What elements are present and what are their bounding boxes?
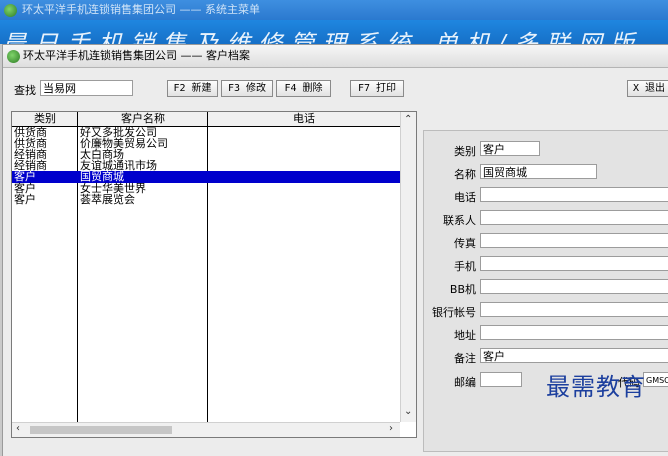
vertical-scrollbar[interactable]: ⌃ ⌄ [400,112,416,422]
background-title: 环太平洋手机连锁销售集团公司 —— 系统主菜单 [22,3,260,16]
background-titlebar[interactable]: 环太平洋手机连锁销售集团公司 —— 系统主菜单 [0,0,668,20]
table-row[interactable]: 客户 荟萃展览会 [12,194,400,205]
edit-button[interactable]: F3 修改 [221,80,273,97]
table-row[interactable]: 客户 女士华美世界 [12,183,400,194]
contact-field[interactable] [480,210,668,225]
background-main-window: 环太平洋手机连锁销售集团公司 —— 系统主菜单 晨日手机销售及维修管理系统 单机… [0,0,668,44]
scroll-right-icon[interactable]: › [389,423,393,434]
column-header-phone[interactable]: 电话 [208,112,400,126]
new-button[interactable]: F2 新建 [167,80,218,97]
detail-panel: 类别 客户 名称 国贸商城 电话 联系人 传真 手机 BB机 银行帐号 地址 备… [423,130,668,452]
table-header: 类别 客户名称 电话 [12,112,400,127]
name-label: 名称 [454,168,476,181]
bank-account-field[interactable] [480,302,668,317]
mobile-label: 手机 [454,260,476,273]
category-field[interactable]: 客户 [480,141,540,156]
horizontal-scrollbar[interactable]: ‹ › [12,422,400,437]
name-field[interactable]: 国贸商城 [480,164,597,179]
table-row-selected[interactable]: 客户 国贸商城 [12,171,400,183]
print-button[interactable]: F7 打印 [350,80,404,97]
table-row[interactable]: 经销商 太白商场 [12,149,400,160]
customer-table[interactable]: 类别 客户名称 电话 供货商 好又多批发公司 供货商 价廉物美贸易公司 经销商 … [11,111,417,438]
zip-label: 邮编 [454,376,476,389]
fax-field[interactable] [480,233,668,248]
note-label: 备注 [454,352,476,365]
bb-label: BB机 [449,283,476,296]
phone-field[interactable] [480,187,668,202]
search-label: 查找 [14,84,36,97]
table-row[interactable]: 经销商 友谊城通讯市场 [12,160,400,171]
table-row[interactable]: 供货商 价廉物美贸易公司 [12,138,400,149]
dialog-title: 环太平洋手机连锁销售集团公司 —— 客户档案 [23,49,250,62]
customer-archive-dialog: 环太平洋手机连锁销售集团公司 —— 客户档案 查找 当易网 F2 新建 F3 修… [2,44,668,456]
delete-button[interactable]: F4 删除 [276,80,331,97]
code-field[interactable]: GMSC [643,372,668,387]
column-header-category[interactable]: 类别 [12,112,78,126]
note-field[interactable]: 客户 [480,348,668,363]
contact-label: 联系人 [443,214,476,227]
search-input[interactable]: 当易网 [40,80,133,96]
dialog-titlebar[interactable]: 环太平洋手机连锁销售集团公司 —— 客户档案 [3,45,668,68]
mobile-field[interactable] [480,256,668,271]
address-label: 地址 [454,329,476,342]
row-name: 荟萃展览会 [80,193,135,206]
table-row[interactable]: 供货商 好又多批发公司 [12,127,400,138]
watermark-text: 最需教育 [546,373,646,401]
exit-button[interactable]: X 退出 [627,80,668,97]
app-icon [4,4,17,17]
scroll-left-icon[interactable]: ‹ [16,423,20,434]
address-field[interactable] [480,325,668,340]
row-category: 客户 [14,193,36,206]
banner-text: 晨日手机销售及维修管理系统 单机/多联网版 [2,30,642,44]
fax-label: 传真 [454,237,476,250]
phone-label: 电话 [454,191,476,204]
horizontal-scroll-thumb[interactable] [30,426,172,434]
scroll-up-icon[interactable]: ⌃ [404,114,412,125]
zip-field[interactable] [480,372,522,387]
bb-field[interactable] [480,279,668,294]
dialog-app-icon [7,50,20,63]
background-banner: 晨日手机销售及维修管理系统 单机/多联网版 [0,20,668,44]
category-label: 类别 [454,145,476,158]
column-header-name[interactable]: 客户名称 [78,112,208,126]
scroll-down-icon[interactable]: ⌄ [404,406,412,417]
bank-account-label: 银行帐号 [432,306,476,319]
